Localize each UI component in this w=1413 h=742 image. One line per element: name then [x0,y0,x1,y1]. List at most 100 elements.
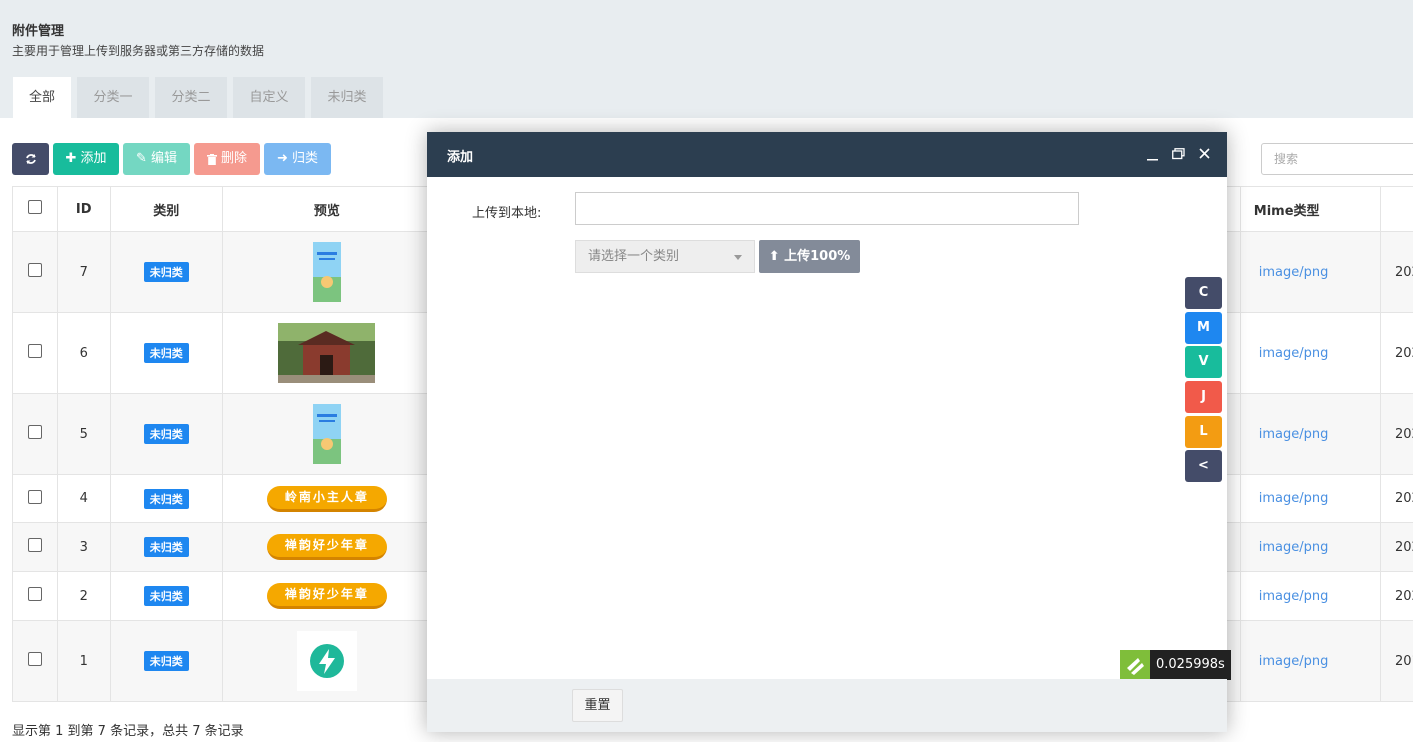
edit-button-label: 编辑 [150,151,177,166]
plus-icon: ✚ [65,151,77,166]
refresh-button[interactable] [12,143,49,175]
row-preview-cell [221,620,433,702]
row-preview-cell [221,231,433,313]
tab-custom[interactable]: 自定义 [233,77,305,118]
badge-banner-thumbnail[interactable]: 岭南小主人章 [266,485,387,512]
badge-banner-thumbnail[interactable]: 禅韵好少年章 [266,534,387,560]
add-button[interactable]: ✚ 添加 [53,143,119,175]
row-checkbox-cell [12,522,58,572]
row-date: 2023 [1379,522,1413,572]
classify-button-label: 归类 [291,151,318,166]
tab-uncategorized[interactable]: 未归类 [311,77,383,118]
search-input[interactable]: 搜索 [1261,143,1413,175]
upload-button-label: 上传100% [784,249,851,264]
category-badge[interactable]: 未归类 [143,424,189,444]
reset-button[interactable]: 重置 [572,689,623,722]
category-select[interactable]: 请选择一个类别 [575,240,755,273]
row-checkbox[interactable] [27,263,42,277]
arrow-right-icon: ➜ [277,151,288,166]
row-checkbox[interactable] [27,344,42,358]
row-category-cell: 未归类 [109,620,223,702]
row-date: 2023 [1379,393,1413,475]
page-header: 附件管理 主要用于管理上传到服务器或第三方存储的数据 全部 分类一 分类二 自定… [0,0,1413,118]
column-header-category[interactable]: 类别 [109,186,223,232]
classify-button[interactable]: ➜ 归类 [264,143,331,175]
row-checkbox[interactable] [27,652,42,666]
tab-category-one[interactable]: 分类一 [77,77,149,118]
side-button-v[interactable]: V [1185,346,1222,378]
row-category-cell: 未归类 [109,312,223,394]
row-preview-cell [221,312,433,394]
lightning-logo-thumbnail[interactable] [296,631,357,691]
gate-photo-thumbnail[interactable] [278,323,376,383]
add-button-label: 添加 [80,151,107,166]
row-date: 2023 [1379,231,1413,313]
row-id: 6 [56,312,111,394]
row-date: 2023 [1379,312,1413,394]
badge-banner-thumbnail[interactable]: 禅韵好少年章 [266,583,387,609]
row-id: 5 [56,393,111,475]
row-category-cell: 未归类 [109,231,223,313]
caret-down-icon [734,255,742,260]
add-dialog: 添加 上传到本地: 请选择一个类别 ⬆ 上传100% C M V J L < 0… [427,132,1231,732]
row-checkbox[interactable] [27,587,42,601]
tab-all[interactable]: 全部 [13,77,71,118]
row-preview-cell: 禅韵好少年章 [221,571,433,621]
row-id: 7 [56,231,111,313]
toolbar: ✚ 添加 ✎ 编辑 删除 ➜ 归类 [12,143,331,175]
row-checkbox-cell [12,571,58,621]
upload-path-input[interactable] [575,192,1079,225]
row-id: 3 [56,522,111,572]
row-checkbox[interactable] [27,489,42,504]
category-badge[interactable]: 未归类 [143,586,189,606]
row-mime[interactable]: image/png [1239,620,1381,702]
row-mime[interactable]: image/png [1239,522,1381,572]
row-mime[interactable]: image/png [1239,571,1381,621]
category-badge[interactable]: 未归类 [143,651,189,671]
close-icon[interactable] [1199,148,1210,159]
row-checkbox[interactable] [27,538,42,552]
upload-button[interactable]: ⬆ 上传100% [759,240,860,273]
category-badge[interactable]: 未归类 [143,262,189,282]
side-button-m[interactable]: M [1185,312,1222,344]
column-header-id[interactable]: ID [56,186,111,232]
poster-thumbnail[interactable] [312,242,341,302]
row-id: 1 [56,620,111,702]
row-checkbox-cell [12,393,58,475]
poster-thumbnail[interactable] [312,404,341,464]
delete-button-label: 删除 [220,151,247,166]
category-badge[interactable]: 未归类 [143,537,189,557]
side-button-l[interactable]: L [1185,416,1222,448]
side-button-collapse[interactable]: < [1185,450,1222,482]
minimize-icon[interactable] [1147,147,1159,161]
select-all-checkbox[interactable] [27,200,42,214]
refresh-icon [25,154,36,164]
dialog-header[interactable]: 添加 [427,132,1227,177]
row-mime[interactable]: image/png [1239,474,1381,523]
upload-label: 上传到本地: [472,206,542,221]
edit-button[interactable]: ✎ 编辑 [123,143,190,175]
upload-icon: ⬆ [768,249,780,264]
page-description: 主要用于管理上传到服务器或第三方存储的数据 [12,44,265,58]
delete-button[interactable]: 删除 [194,143,260,175]
row-mime[interactable]: image/png [1239,393,1381,475]
row-date: 2023 [1379,474,1413,523]
tab-category-two[interactable]: 分类二 [155,77,227,118]
category-tabs: 全部 分类一 分类二 自定义 未归类 [13,77,383,118]
debug-trace-badge[interactable]: 0.025998s [1120,650,1231,680]
row-id: 4 [56,474,111,523]
select-all-cell [12,186,58,232]
execution-time: 0.025998s [1150,650,1231,680]
column-header-mime[interactable]: Mime类型 [1239,186,1381,232]
category-badge[interactable]: 未归类 [143,343,189,363]
row-mime[interactable]: image/png [1239,231,1381,313]
side-button-c[interactable]: C [1185,277,1222,309]
category-badge[interactable]: 未归类 [143,488,189,509]
category-select-placeholder: 请选择一个类别 [588,249,680,264]
row-category-cell: 未归类 [109,522,223,572]
row-checkbox[interactable] [27,425,42,439]
side-button-j[interactable]: J [1185,381,1222,413]
pencil-icon: ✎ [136,151,147,166]
row-mime[interactable]: image/png [1239,312,1381,394]
maximize-icon[interactable] [1172,148,1185,160]
